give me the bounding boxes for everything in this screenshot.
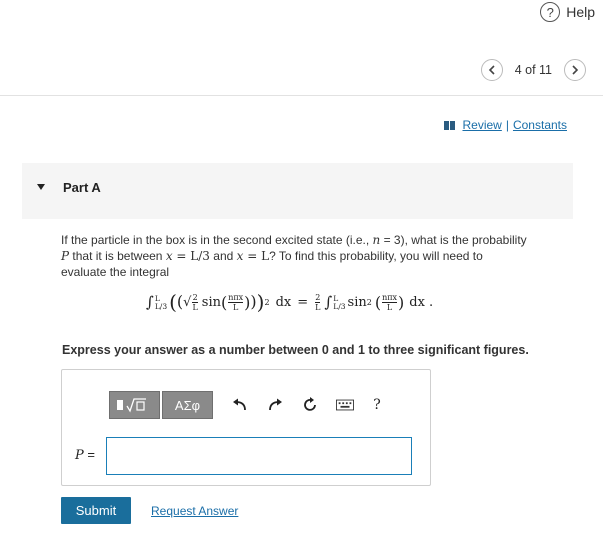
redo-icon[interactable] — [266, 396, 284, 414]
pager: 4 of 11 — [480, 59, 586, 81]
request-answer-link[interactable]: Request Answer — [151, 504, 238, 518]
resource-links: Review | Constants — [444, 118, 567, 132]
greek-symbols-button[interactable]: ΑΣφ — [162, 391, 213, 419]
integral-equation: ∫ L L/3 ( ( √ 2L sin ( nπx L ) ) ) 2 dx = 2… — [146, 290, 434, 314]
part-header[interactable] — [22, 163, 573, 219]
help-icon: ? — [540, 2, 561, 22]
book-icon — [444, 120, 456, 130]
undo-icon[interactable] — [231, 396, 249, 414]
next-button[interactable] — [564, 59, 586, 81]
links-separator: | — [505, 118, 509, 132]
submit-button[interactable]: Submit — [61, 497, 131, 524]
math-help-icon[interactable]: ? — [368, 396, 386, 414]
answer-label: P = — [75, 447, 95, 463]
pager-text: 4 of 11 — [514, 63, 552, 77]
math-toolbar: ΑΣφ ? — [109, 391, 386, 419]
help-label: Help — [566, 4, 595, 20]
templates-icon — [116, 398, 146, 413]
answer-input[interactable] — [106, 437, 412, 475]
part-label: Part A — [63, 180, 101, 195]
collapse-triangle-icon[interactable] — [37, 184, 45, 190]
reset-icon[interactable] — [301, 396, 319, 414]
help-link[interactable]: ? Help — [540, 2, 595, 22]
constants-link[interactable]: Constants — [513, 118, 567, 132]
keyboard-icon[interactable] — [336, 396, 354, 414]
review-link[interactable]: Review — [462, 118, 501, 132]
divider — [0, 95, 603, 96]
chevron-left-icon — [488, 65, 495, 75]
question-text: If the particle in the box is in the sec… — [61, 233, 527, 279]
templates-button[interactable] — [109, 391, 160, 419]
instruction-text: Express your answer as a number between … — [62, 343, 529, 357]
chevron-right-icon — [572, 65, 579, 75]
prev-button[interactable] — [480, 59, 503, 81]
